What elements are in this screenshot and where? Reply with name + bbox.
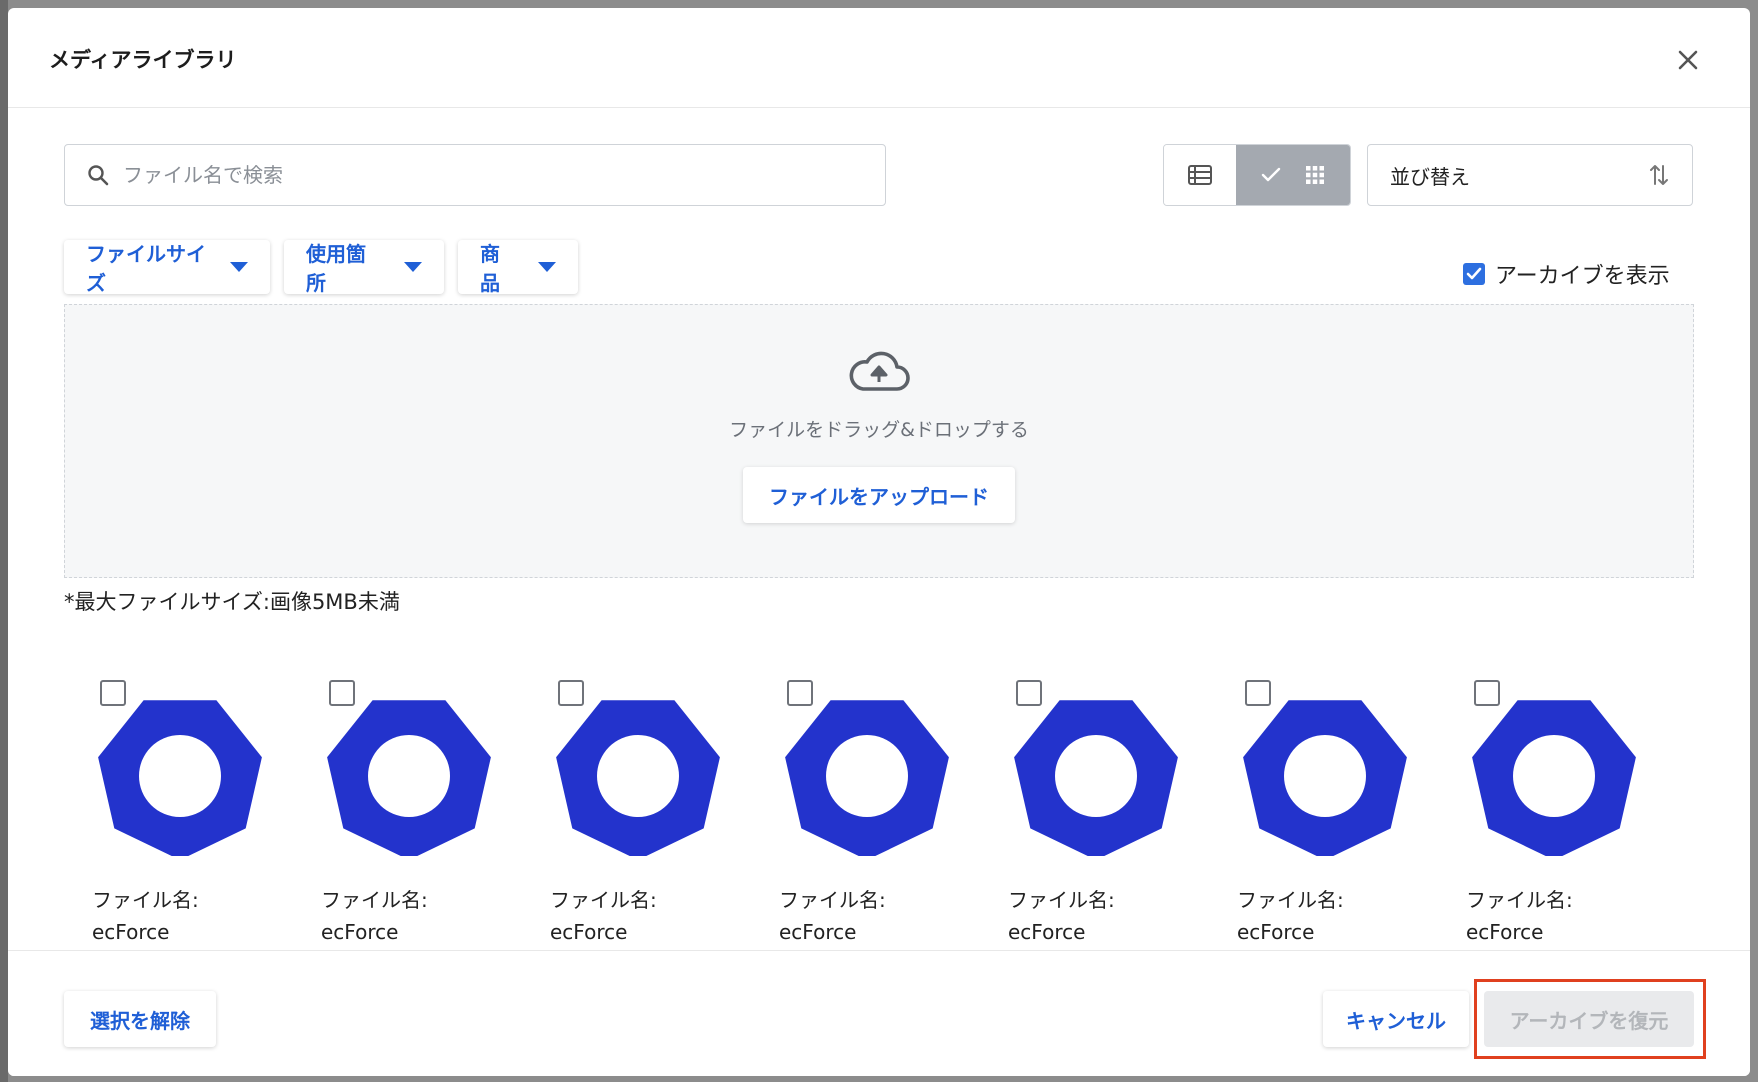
grid-view-button[interactable] bbox=[1236, 145, 1350, 205]
media-filename: ファイル名: ecForce bbox=[550, 884, 657, 948]
dropzone-text: ファイルをドラッグ&ドロップする bbox=[729, 419, 1029, 441]
cancel-button[interactable]: キャンセル bbox=[1323, 991, 1469, 1047]
show-archive-label: アーカイブを表示 bbox=[1495, 264, 1670, 289]
media-filename-label: ファイル名: bbox=[550, 888, 657, 912]
media-filename-label: ファイル名: bbox=[321, 888, 428, 912]
page-backdrop bbox=[0, 0, 8, 1082]
caret-down-icon bbox=[538, 262, 556, 272]
media-filename-value: ecForce bbox=[779, 920, 857, 944]
list-view-icon bbox=[1188, 165, 1212, 185]
media-filename: ファイル名: ecForce bbox=[321, 884, 428, 948]
media-tile[interactable]: ファイル名: ecForce bbox=[309, 648, 509, 948]
media-tile[interactable]: ファイル名: ecForce bbox=[1225, 648, 1425, 948]
filter-label: ファイルサイズ bbox=[86, 242, 206, 295]
media-select-checkbox[interactable] bbox=[100, 680, 126, 706]
checkmark-icon bbox=[1466, 267, 1482, 280]
media-filename-value: ecForce bbox=[550, 920, 628, 944]
media-library-modal: メディアライブラリ ファイル名で検索 並び替え ファイルサイズ 使用箇所 商品 … bbox=[8, 8, 1750, 1076]
close-icon bbox=[1678, 50, 1698, 70]
cloud-upload-icon bbox=[849, 351, 910, 391]
sort-label: 並び替え bbox=[1390, 164, 1470, 189]
max-file-size-note: *最大ファイルサイズ:画像5MB未満 bbox=[64, 590, 400, 614]
media-tile[interactable]: ファイル名: ecForce bbox=[80, 648, 280, 948]
search-input[interactable] bbox=[123, 163, 843, 187]
media-select-checkbox[interactable] bbox=[1016, 680, 1042, 706]
media-tile[interactable]: ファイル名: ecForce bbox=[767, 648, 967, 948]
media-select-checkbox[interactable] bbox=[1245, 680, 1271, 706]
filter-product[interactable]: 商品 bbox=[458, 240, 578, 295]
media-select-checkbox[interactable] bbox=[329, 680, 355, 706]
search-field[interactable] bbox=[64, 144, 886, 206]
media-thumbnail[interactable] bbox=[1012, 688, 1180, 856]
filter-label: 商品 bbox=[480, 242, 500, 295]
search-icon bbox=[88, 165, 109, 186]
media-select-checkbox[interactable] bbox=[558, 680, 584, 706]
filter-file-size[interactable]: ファイルサイズ bbox=[64, 240, 270, 295]
caret-down-icon bbox=[404, 262, 422, 272]
media-select-checkbox[interactable] bbox=[1474, 680, 1500, 706]
restore-archive-button[interactable]: アーカイブを復元 bbox=[1484, 991, 1694, 1047]
filter-usage[interactable]: 使用箇所 bbox=[284, 240, 444, 295]
filter-label: 使用箇所 bbox=[306, 242, 366, 295]
media-filename: ファイル名: ecForce bbox=[1008, 884, 1115, 948]
upload-file-button[interactable]: ファイルをアップロード bbox=[743, 467, 1015, 523]
media-tile[interactable]: ファイル名: ecForce bbox=[1454, 648, 1654, 948]
media-thumbnail[interactable] bbox=[783, 688, 951, 856]
caret-down-icon bbox=[230, 262, 248, 272]
media-filename-value: ecForce bbox=[92, 920, 170, 944]
media-filename-label: ファイル名: bbox=[1237, 888, 1344, 912]
sort-select[interactable]: 並び替え bbox=[1367, 144, 1693, 206]
media-filename-label: ファイル名: bbox=[1008, 888, 1115, 912]
grid-view-icon bbox=[1306, 166, 1324, 184]
media-thumbnail[interactable] bbox=[554, 688, 722, 856]
media-filename-value: ecForce bbox=[1008, 920, 1086, 944]
show-archive-toggle[interactable]: アーカイブを表示 bbox=[1463, 258, 1670, 290]
file-dropzone[interactable]: ファイルをドラッグ&ドロップする ファイルをアップロード bbox=[64, 304, 1694, 578]
media-select-checkbox[interactable] bbox=[787, 680, 813, 706]
modal-header: メディアライブラリ bbox=[8, 8, 1750, 108]
media-thumbnail[interactable] bbox=[325, 688, 493, 856]
modal-footer: 選択を解除 キャンセル アーカイブを復元 bbox=[8, 950, 1750, 1076]
media-filename: ファイル名: ecForce bbox=[779, 884, 886, 948]
media-filename-value: ecForce bbox=[321, 920, 399, 944]
media-filename-label: ファイル名: bbox=[92, 888, 199, 912]
media-tile[interactable]: ファイル名: ecForce bbox=[996, 648, 1196, 948]
media-filename-label: ファイル名: bbox=[779, 888, 886, 912]
check-icon bbox=[1261, 167, 1281, 182]
close-button[interactable] bbox=[1666, 38, 1710, 82]
clear-selection-button[interactable]: 選択を解除 bbox=[64, 991, 216, 1047]
sort-arrows-icon bbox=[1650, 165, 1668, 185]
show-archive-checkbox[interactable] bbox=[1463, 263, 1485, 285]
media-thumbnail[interactable] bbox=[1470, 688, 1638, 856]
modal-title: メディアライブラリ bbox=[49, 48, 237, 72]
media-filename: ファイル名: ecForce bbox=[92, 884, 199, 948]
media-thumbnail[interactable] bbox=[96, 688, 264, 856]
media-grid: ファイル名: ecForce ファイル名: ecForce ファイル名: ecForce フ… bbox=[8, 648, 1750, 948]
media-tile[interactable]: ファイル名: ecForce bbox=[538, 648, 738, 948]
media-thumbnail[interactable] bbox=[1241, 688, 1409, 856]
media-filename-value: ecForce bbox=[1466, 920, 1544, 944]
media-filename-value: ecForce bbox=[1237, 920, 1315, 944]
media-filename-label: ファイル名: bbox=[1466, 888, 1573, 912]
media-filename: ファイル名: ecForce bbox=[1466, 884, 1573, 948]
view-mode-toggle bbox=[1163, 144, 1351, 206]
list-view-button[interactable] bbox=[1164, 145, 1236, 205]
media-filename: ファイル名: ecForce bbox=[1237, 884, 1344, 948]
